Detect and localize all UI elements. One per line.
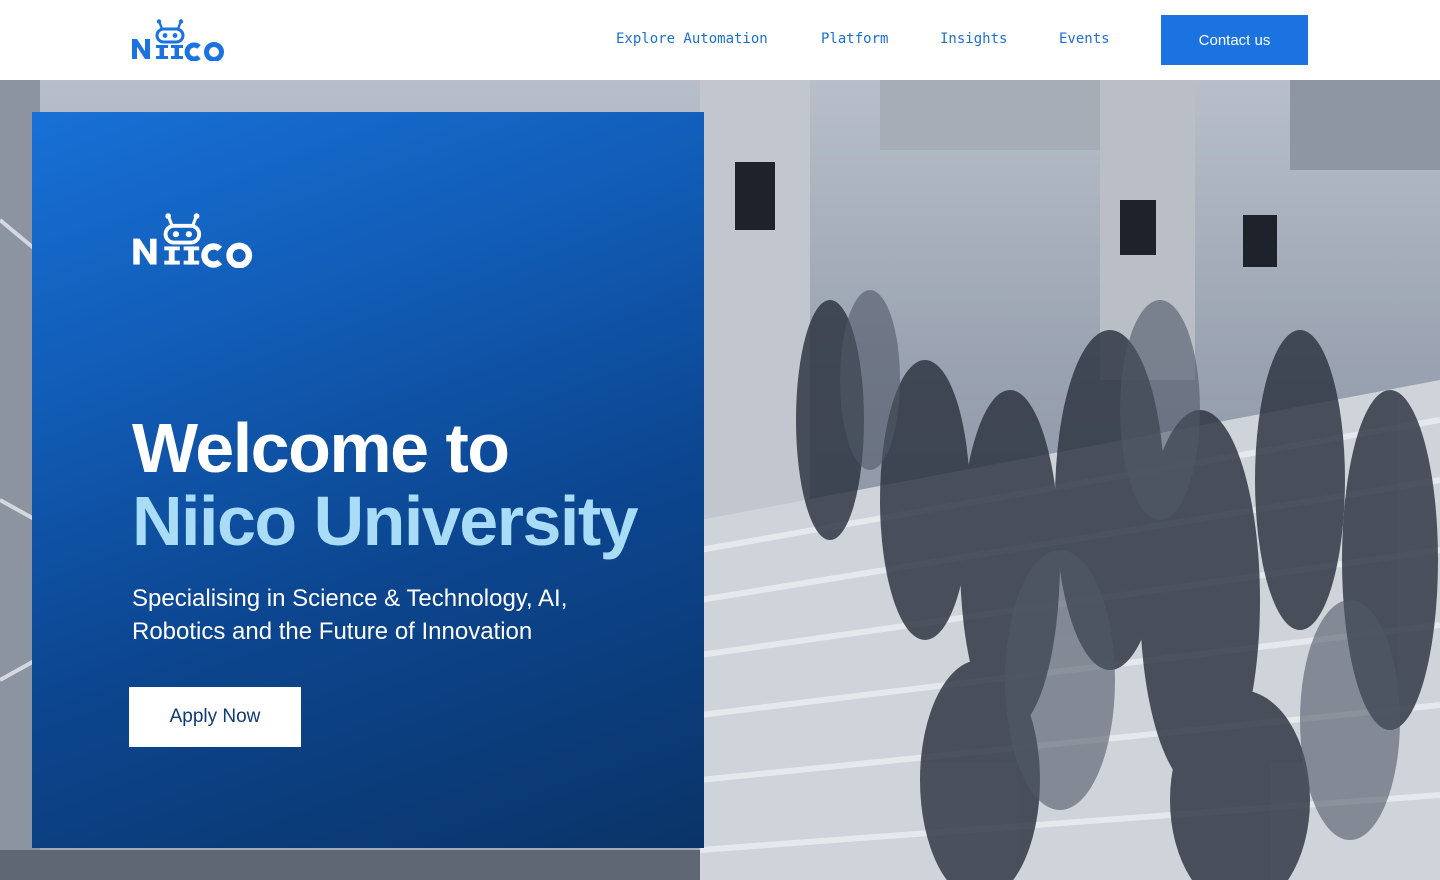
apply-now-button[interactable]: Apply Now: [129, 687, 301, 747]
hero-panel: Welcome to Niico University Specialising…: [32, 112, 704, 848]
hero-subtitle: Specialising in Science & Technology, AI…: [132, 585, 568, 645]
niico-logo[interactable]: [131, 19, 227, 61]
nav-platform[interactable]: Platform: [821, 31, 888, 47]
nav-events[interactable]: Events: [1059, 31, 1110, 47]
hero-heading-line1: Welcome to: [132, 409, 510, 487]
nav-explore-automation[interactable]: Explore Automation: [616, 31, 768, 47]
niico-logo-white: [133, 213, 253, 268]
site-header: Explore Automation Platform Insights Eve…: [0, 0, 1440, 80]
hero-heading-line2: Niico University: [132, 482, 639, 560]
contact-us-button[interactable]: Contact us: [1161, 15, 1308, 65]
nav-insights[interactable]: Insights: [940, 31, 1007, 47]
